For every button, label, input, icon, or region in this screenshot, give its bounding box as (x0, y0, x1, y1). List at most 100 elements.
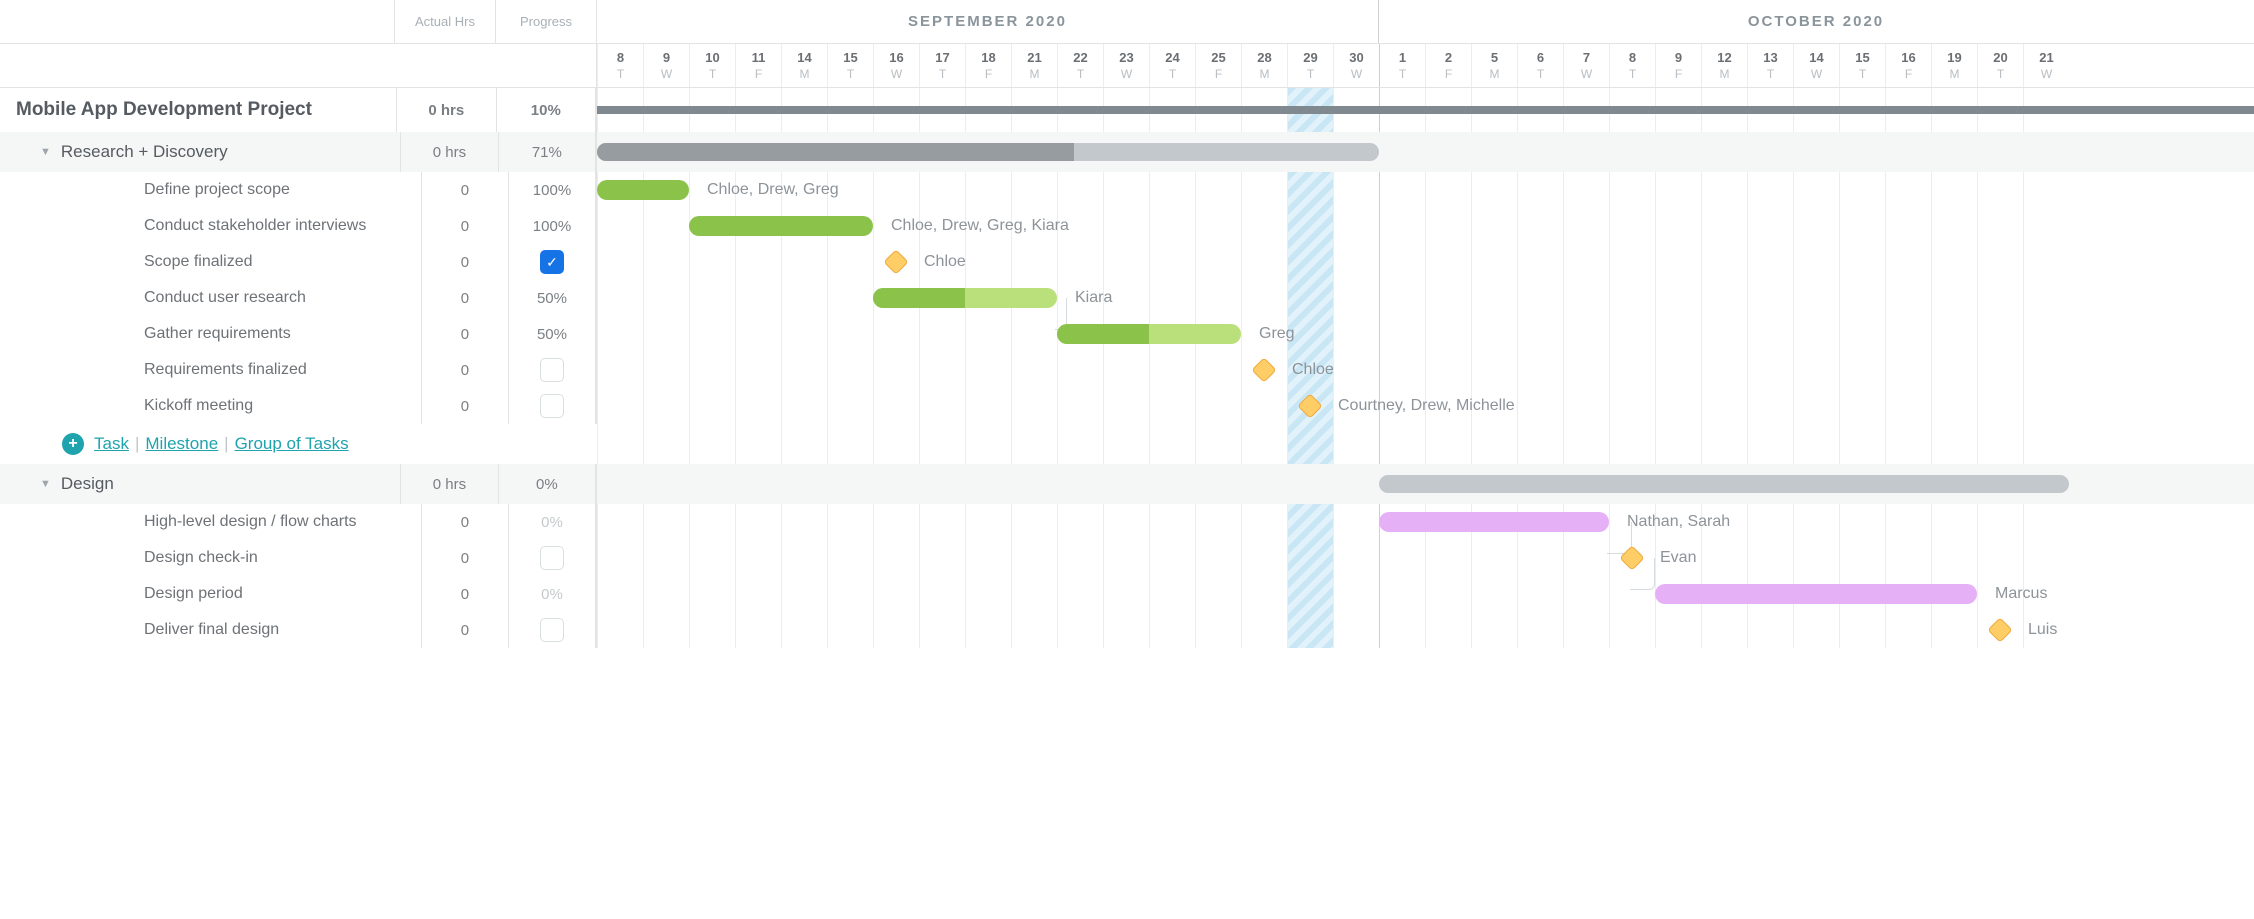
day-cell[interactable]: 5M (1471, 44, 1517, 87)
task-bar[interactable] (689, 216, 873, 236)
day-cell[interactable]: 7W (1563, 44, 1609, 87)
actual-hrs-cell: 0 (422, 208, 509, 244)
day-cell[interactable]: 14M (781, 44, 827, 87)
day-cell[interactable]: 24T (1149, 44, 1195, 87)
day-cell[interactable]: 13T (1747, 44, 1793, 87)
day-cell[interactable]: 16W (873, 44, 919, 87)
actual-hrs-cell: 0 hrs (401, 132, 498, 172)
actual-hrs-cell: 0 (422, 540, 509, 576)
task-row[interactable]: Gather requirements050% (0, 316, 597, 352)
group-bar[interactable] (1379, 475, 2069, 493)
check-icon[interactable] (540, 358, 564, 382)
group-row[interactable]: ▼Design0 hrs0% (0, 464, 597, 504)
add-row: +Task|Milestone|Group of Tasks (0, 424, 597, 464)
day-cell[interactable]: 29T (1287, 44, 1333, 87)
day-cell[interactable]: 12M (1701, 44, 1747, 87)
milestone-diamond[interactable] (1987, 617, 2012, 642)
task-title: Define project scope (144, 181, 290, 199)
check-icon[interactable] (540, 618, 564, 642)
task-row[interactable]: High-level design / flow charts00% (0, 504, 597, 540)
day-cell[interactable]: 1T (1379, 44, 1425, 87)
progress-cell: 0% (509, 576, 596, 612)
day-cell[interactable]: 19M (1931, 44, 1977, 87)
col-header-progress: Progress (496, 0, 597, 43)
task-row[interactable]: Conduct stakeholder interviews0100% (0, 208, 597, 244)
task-row[interactable]: Design check-in 0 (0, 540, 597, 576)
project-row[interactable]: Mobile App Development Project0 hrs10% (0, 88, 597, 132)
check-icon[interactable] (540, 546, 564, 570)
add-milestone-link[interactable]: Milestone (145, 434, 218, 454)
task-bar[interactable] (1057, 324, 1241, 344)
progress-cell: 100% (509, 172, 596, 208)
task-row[interactable]: Conduct user research050% (0, 280, 597, 316)
assignees-label: Kiara (1075, 289, 1112, 307)
day-cell[interactable]: 17T (919, 44, 965, 87)
day-cell[interactable]: 10T (689, 44, 735, 87)
project-bar-row (597, 88, 2254, 132)
day-cell[interactable]: 11F (735, 44, 781, 87)
check-icon[interactable]: ✓ (540, 250, 564, 274)
day-cell[interactable]: 22T (1057, 44, 1103, 87)
header: Actual Hrs Progress SEPTEMBER 2020OCTOBE… (0, 0, 2254, 44)
day-cell[interactable]: 16F (1885, 44, 1931, 87)
task-row[interactable]: Scope finalized0✓ (0, 244, 597, 280)
day-cell[interactable]: 25F (1195, 44, 1241, 87)
assignees-label: Luis (2028, 621, 2057, 639)
task-title: Scope finalized (144, 253, 253, 271)
group-row[interactable]: ▼Research + Discovery0 hrs71% (0, 132, 597, 172)
day-cell[interactable]: 14W (1793, 44, 1839, 87)
task-row[interactable]: Define project scope 0100% (0, 172, 597, 208)
task-bar[interactable] (873, 288, 1057, 308)
day-cell[interactable]: 20T (1977, 44, 2023, 87)
day-cell[interactable]: 30W (1333, 44, 1379, 87)
task-bar[interactable] (597, 180, 689, 200)
collapse-icon[interactable]: ▼ (40, 478, 51, 490)
task-bar-row: Chloe, Drew, Greg (597, 172, 2254, 208)
milestone-diamond[interactable] (1251, 357, 1276, 382)
task-title: Design check-in (144, 549, 258, 567)
milestone-diamond[interactable] (1297, 393, 1322, 418)
check-icon[interactable] (540, 394, 564, 418)
progress-cell (509, 388, 596, 424)
day-cell[interactable]: 9W (643, 44, 689, 87)
day-cell[interactable]: 8T (1609, 44, 1655, 87)
day-cell[interactable]: 8T (597, 44, 643, 87)
plus-icon[interactable]: + (62, 433, 84, 455)
actual-hrs-cell: 0 (422, 172, 509, 208)
project-bar[interactable] (597, 106, 2254, 114)
progress-cell (509, 352, 596, 388)
progress-cell: 10% (497, 88, 596, 132)
group-bar[interactable] (597, 143, 1379, 161)
task-row[interactable]: Kickoff meeting0 (0, 388, 597, 424)
group-title: Design (61, 474, 114, 494)
day-cell[interactable]: 15T (827, 44, 873, 87)
task-row[interactable]: Requirements finalized0 (0, 352, 597, 388)
progress-cell: ✓ (509, 244, 596, 280)
day-cell[interactable]: 18F (965, 44, 1011, 87)
task-bar[interactable] (1655, 584, 1977, 604)
day-cell[interactable]: 6T (1517, 44, 1563, 87)
day-cell[interactable]: 28M (1241, 44, 1287, 87)
day-cell[interactable]: 21M (1011, 44, 1057, 87)
day-cell[interactable]: 21W (2023, 44, 2069, 87)
task-title: Requirements finalized (144, 361, 307, 379)
month-header: OCTOBER 2020 (1379, 0, 2253, 43)
add-row-timeline (597, 424, 2254, 464)
add-task-link[interactable]: Task (94, 434, 129, 454)
day-cell[interactable]: 2F (1425, 44, 1471, 87)
task-bar-row: Greg (597, 316, 2254, 352)
day-cell[interactable]: 15T (1839, 44, 1885, 87)
task-row[interactable]: Design period00% (0, 576, 597, 612)
task-bar[interactable] (1379, 512, 1609, 532)
day-cell[interactable]: 23W (1103, 44, 1149, 87)
task-bar-row: Courtney, Drew, Michelle (597, 388, 2254, 424)
task-title: High-level design / flow charts (144, 513, 357, 531)
task-bar-row: Marcus (597, 576, 2254, 612)
add-group-link[interactable]: Group of Tasks (235, 434, 349, 454)
actual-hrs-cell: 0 (422, 612, 509, 648)
collapse-icon[interactable]: ▼ (40, 146, 51, 158)
assignees-label: Courtney, Drew, Michelle (1338, 397, 1515, 415)
milestone-diamond[interactable] (883, 249, 908, 274)
task-row[interactable]: Deliver final design0 (0, 612, 597, 648)
day-cell[interactable]: 9F (1655, 44, 1701, 87)
